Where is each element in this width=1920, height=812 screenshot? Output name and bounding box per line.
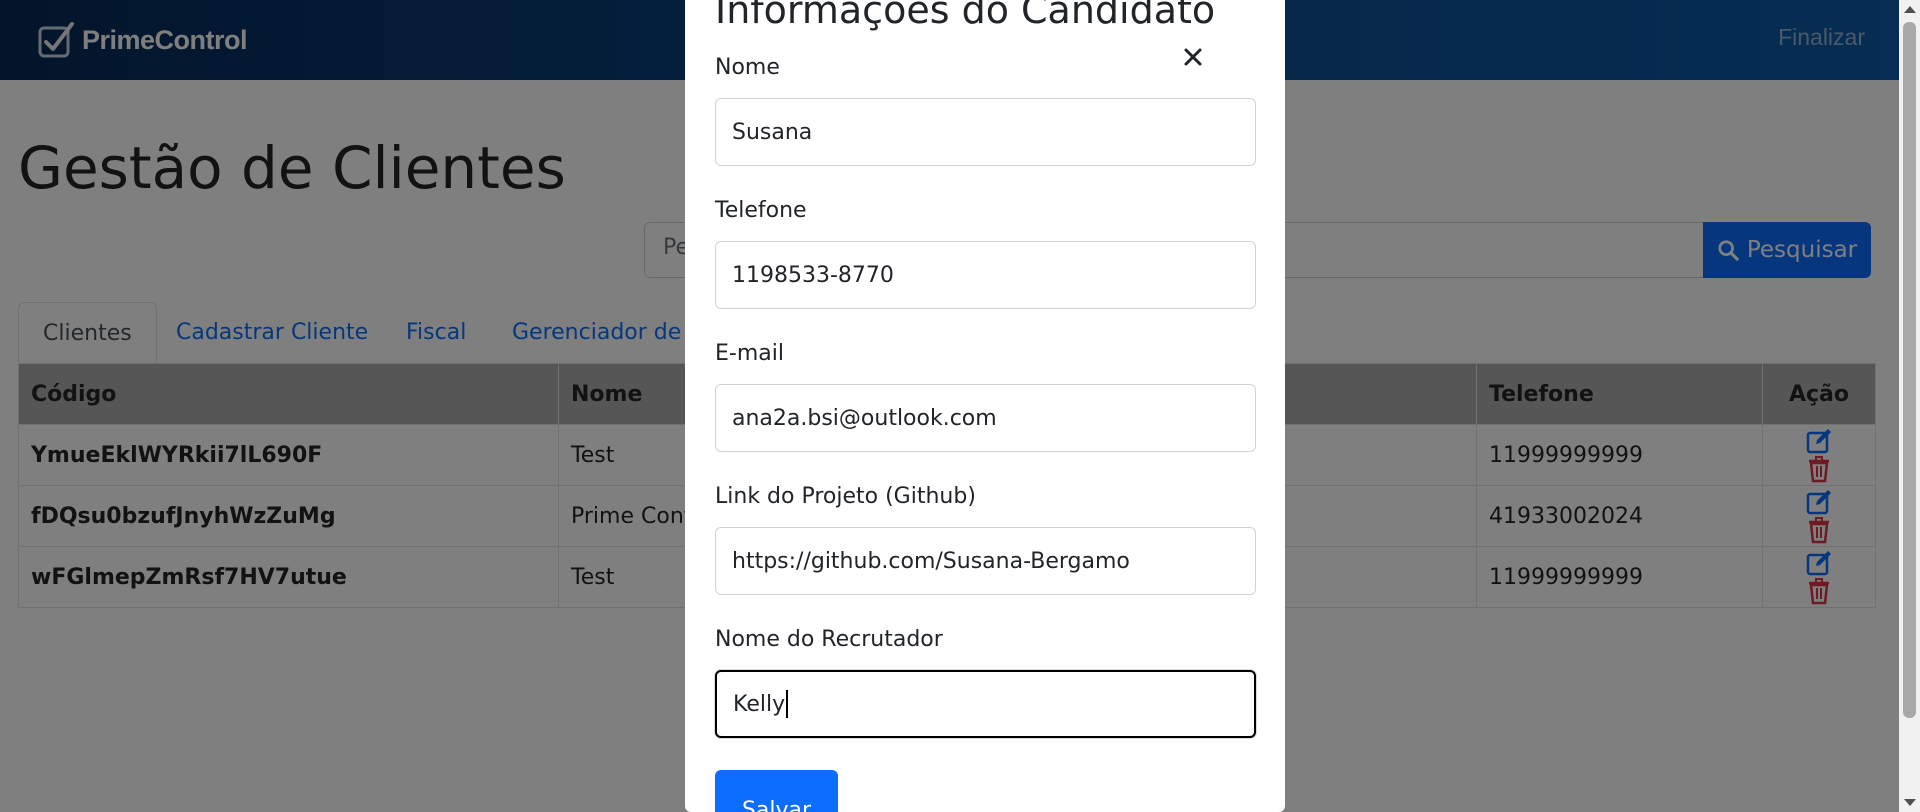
recrutador-value: Kelly — [733, 691, 786, 717]
text-caret — [786, 690, 789, 718]
telefone-field[interactable]: 1198533-8770 — [715, 241, 1256, 309]
email-label: E-mail — [715, 341, 784, 366]
email-field[interactable]: ana2a.bsi@outlook.com — [715, 384, 1256, 452]
recrutador-label: Nome do Recrutador — [715, 627, 943, 652]
candidate-modal: Informações do Candidato Nome Susana Tel… — [685, 0, 1285, 812]
scrollbar[interactable] — [1899, 0, 1920, 812]
close-icon[interactable] — [1182, 46, 1204, 68]
telefone-label: Telefone — [715, 198, 807, 223]
scrollbar-thumb[interactable] — [1903, 22, 1916, 718]
recrutador-field[interactable]: Kelly — [715, 670, 1256, 738]
github-link-label: Link do Projeto (Github) — [715, 484, 976, 509]
nome-label: Nome — [715, 55, 780, 80]
github-link-field[interactable]: https://github.com/Susana-Bergamo — [715, 527, 1256, 595]
scroll-down-arrow-icon[interactable] — [1904, 799, 1916, 806]
nome-field[interactable]: Susana — [715, 98, 1256, 166]
save-button[interactable]: Salvar — [715, 770, 838, 812]
modal-title: Informações do Candidato — [715, 0, 1216, 32]
scroll-up-arrow-icon[interactable] — [1904, 6, 1916, 13]
